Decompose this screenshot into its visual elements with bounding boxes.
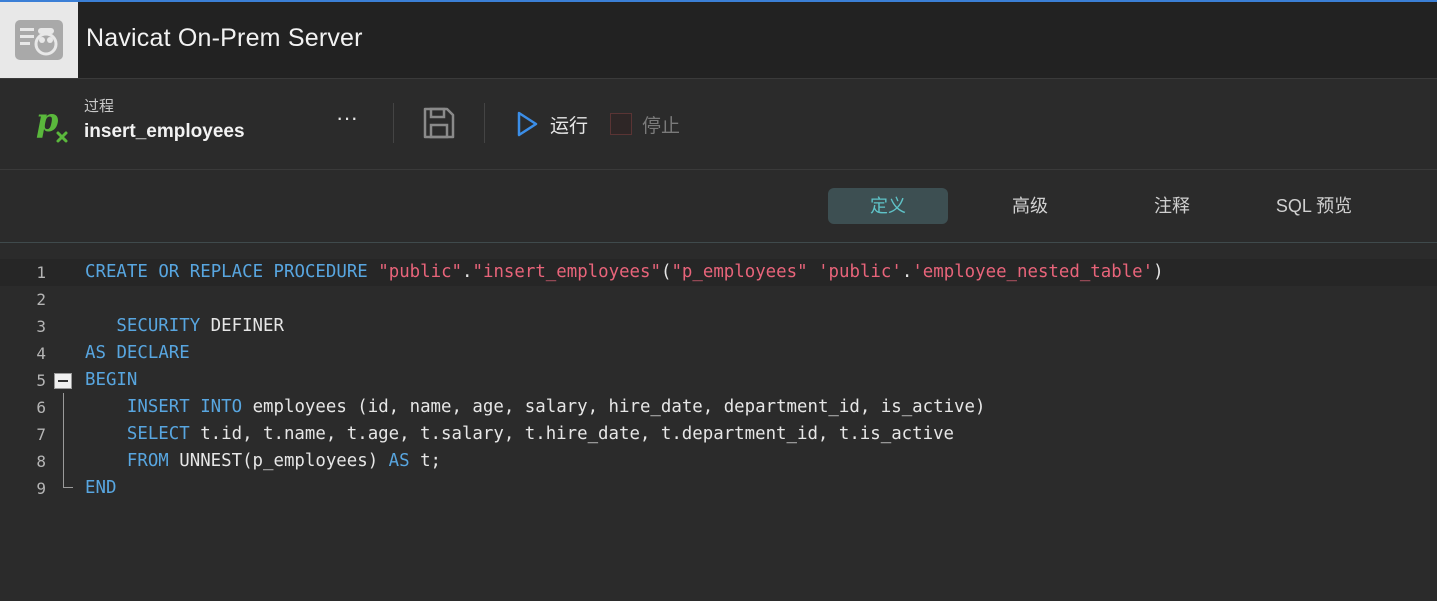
- procedure-icon: p: [36, 101, 68, 143]
- code-line[interactable]: 4 AS DECLARE: [0, 340, 1437, 367]
- code-text: SELECT t.id, t.name, t.age, t.salary, t.…: [85, 421, 954, 448]
- sql-keyword: OR: [158, 262, 180, 282]
- editor-tabs: 定义 高级 注释 SQL 预览: [0, 170, 1437, 243]
- line-number: 2: [36, 290, 46, 309]
- line-number: 3: [36, 317, 46, 336]
- sql-keyword: PROCEDURE: [273, 262, 368, 282]
- sql-keyword: DECLARE: [116, 343, 190, 363]
- toolbar-divider: [484, 103, 485, 143]
- line-number: 5: [36, 371, 46, 390]
- sql-text: .: [462, 262, 473, 282]
- tab-definition[interactable]: 定义: [828, 188, 948, 224]
- code-text: INSERT INTO employees (id, name, age, sa…: [85, 394, 986, 421]
- sql-keyword: INTO: [200, 397, 243, 417]
- run-label: 运行: [550, 115, 589, 137]
- line-number: 8: [36, 452, 46, 471]
- sql-string: "insert_employees": [472, 262, 661, 282]
- navicat-server-icon: [15, 20, 63, 60]
- sql-keyword: END: [85, 478, 117, 498]
- sql-string: "public": [378, 262, 463, 282]
- code-text: CREATE OR REPLACE PROCEDURE "public"."in…: [85, 259, 1164, 286]
- stop-icon: [610, 113, 632, 135]
- svg-text:p: p: [36, 101, 58, 139]
- code-text: END: [85, 475, 116, 502]
- code-text: BEGIN: [85, 367, 137, 394]
- sql-text: DEFINER: [200, 316, 284, 336]
- object-toolbar: p 过程 insert_employees ··· 运行 停止: [0, 79, 1437, 170]
- code-line[interactable]: 9 END: [0, 475, 1437, 502]
- code-text: AS DECLARE: [85, 340, 190, 367]
- line-number: 9: [36, 479, 46, 498]
- sql-keyword: INSERT: [126, 397, 190, 417]
- sql-text: t;: [409, 451, 442, 471]
- toolbar-divider: [393, 103, 394, 143]
- sql-string: "p_employees": [671, 262, 808, 282]
- window-title: Navicat On-Prem Server: [86, 24, 363, 52]
- sql-keyword: SECURITY: [116, 316, 201, 336]
- sql-string: 'employee_nested_table': [912, 262, 1154, 282]
- sql-text: UNNEST(p_employees): [168, 451, 389, 471]
- code-line[interactable]: 1 CREATE OR REPLACE PROCEDURE "public"."i…: [0, 259, 1437, 286]
- sql-keyword: SELECT: [126, 424, 190, 444]
- line-number: 1: [36, 263, 46, 282]
- sql-keyword: REPLACE: [189, 262, 264, 282]
- sql-string: 'public': [818, 262, 902, 282]
- more-options-button[interactable]: ···: [330, 107, 364, 137]
- save-button[interactable]: [420, 105, 458, 141]
- code-line[interactable]: 8 FROM UNNEST(p_employees) AS t;: [0, 448, 1437, 475]
- sql-keyword: CREATE: [85, 262, 148, 282]
- stop-button[interactable]: 停止: [610, 109, 680, 139]
- sql-text: .: [901, 262, 913, 282]
- sql-text: t.id, t.name, t.age, t.salary, t.hire_da…: [189, 424, 955, 444]
- code-text: SECURITY DEFINER: [85, 313, 284, 340]
- sql-keyword: FROM: [126, 451, 169, 471]
- sql-text: (: [660, 262, 672, 282]
- code-line[interactable]: 5 BEGIN: [0, 367, 1437, 394]
- fold-toggle-icon[interactable]: [54, 373, 72, 389]
- app-icon: [0, 2, 78, 78]
- line-number: 4: [36, 344, 46, 363]
- sql-keyword: AS: [85, 343, 106, 363]
- tab-sql-preview[interactable]: SQL 预览: [1254, 188, 1374, 224]
- sql-keyword: AS: [388, 451, 410, 471]
- code-line[interactable]: 7 SELECT t.id, t.name, t.age, t.salary, …: [0, 421, 1437, 448]
- sql-text: ): [1153, 262, 1164, 282]
- code-line[interactable]: 6 INSERT INTO employees (id, name, age, …: [0, 394, 1437, 421]
- run-button[interactable]: 运行: [514, 107, 588, 141]
- tab-comment[interactable]: 注释: [1112, 188, 1232, 224]
- play-icon: [517, 111, 538, 137]
- object-name: insert_employees: [84, 121, 245, 142]
- object-type-label: 过程: [84, 98, 115, 115]
- sql-keyword: BEGIN: [85, 370, 138, 390]
- line-number: 6: [36, 398, 46, 417]
- sql-editor[interactable]: 1 CREATE OR REPLACE PROCEDURE "public"."i…: [0, 243, 1437, 601]
- code-text: FROM UNNEST(p_employees) AS t;: [85, 448, 441, 475]
- tab-advanced[interactable]: 高级: [970, 188, 1090, 224]
- code-line[interactable]: 3 SECURITY DEFINER: [0, 313, 1437, 340]
- stop-label: 停止: [642, 115, 681, 137]
- title-bar: Navicat On-Prem Server: [0, 2, 1437, 79]
- line-number: 7: [36, 425, 46, 444]
- save-icon: [423, 107, 455, 139]
- sql-text: employees (id, name, age, salary, hire_d…: [242, 397, 986, 417]
- code-line[interactable]: 2: [0, 286, 1437, 313]
